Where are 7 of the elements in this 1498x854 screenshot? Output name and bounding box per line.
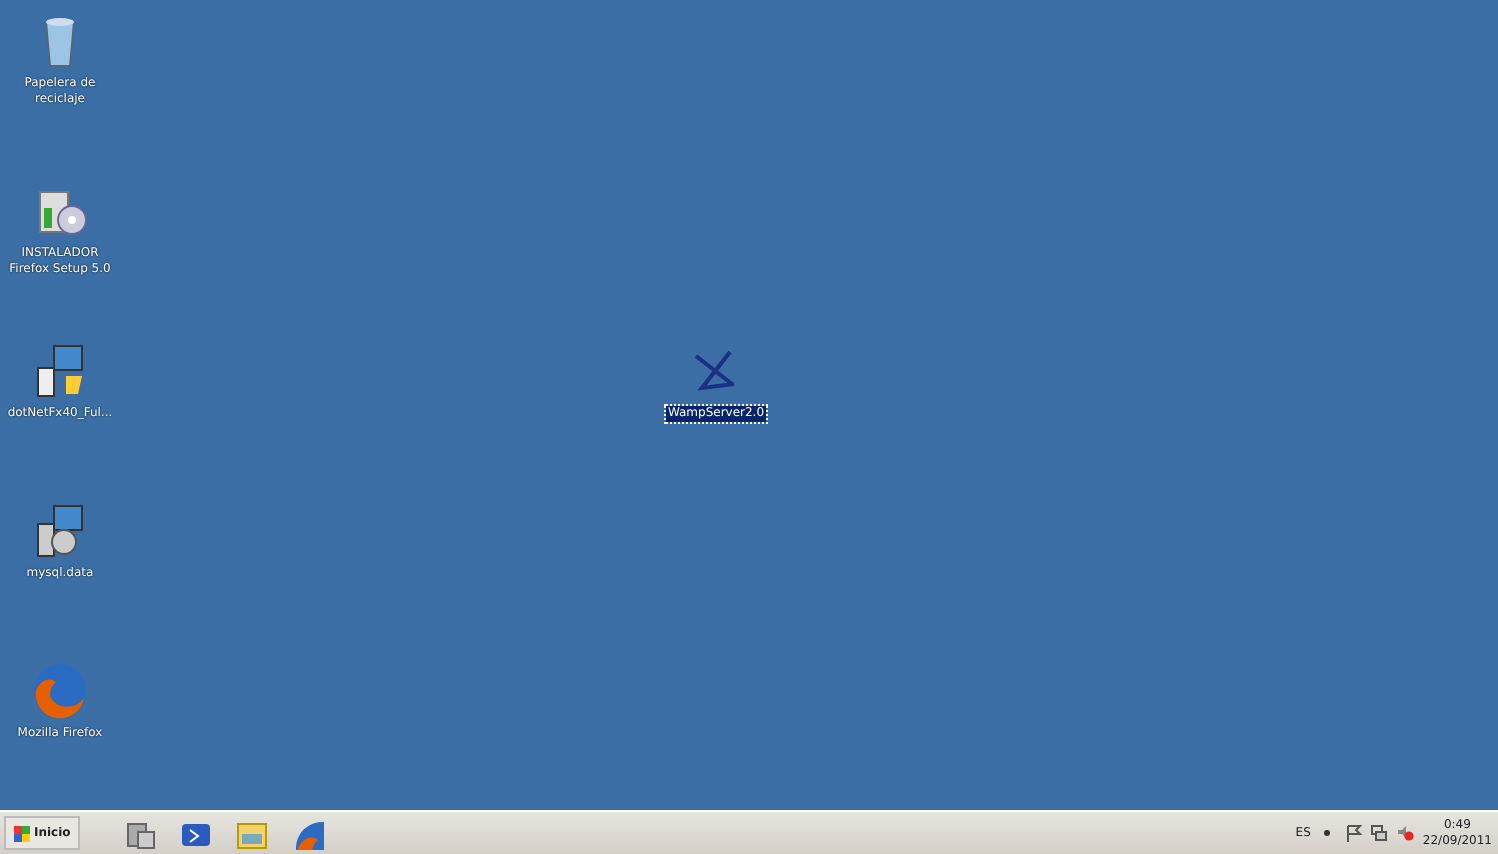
flag-icon[interactable]	[1344, 824, 1363, 842]
network-icon[interactable]	[1370, 824, 1389, 842]
firefox-icon	[30, 660, 90, 720]
speaker-muted-icon[interactable]	[1396, 824, 1415, 842]
windows-logo-icon	[14, 825, 30, 841]
firefox-icon[interactable]	[292, 817, 325, 849]
server-icon[interactable]	[124, 817, 157, 849]
